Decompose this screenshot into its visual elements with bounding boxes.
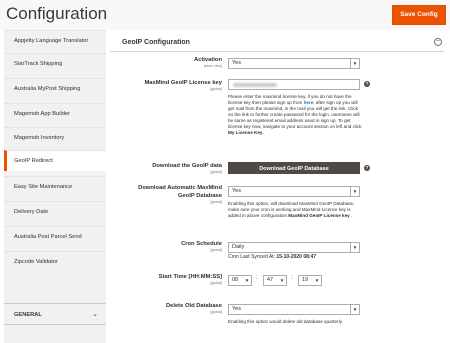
dropdown-arrow-icon: ▼ (279, 278, 285, 283)
sidebar-item-magemob-inventory[interactable]: Magemob Inventory (4, 127, 106, 148)
dropdown-arrow-icon: ▼ (350, 243, 359, 252)
license-note-end: . (262, 130, 264, 135)
collapse-icon[interactable]: − (434, 38, 442, 46)
sidebar-item-australia-post-parcel-send[interactable]: Australia Post Parcel Send (4, 226, 106, 247)
delete-old-label: Delete Old Database (165, 303, 222, 309)
sidebar-item-australia-mypost-shipping[interactable]: Australia MyPost Shipping (4, 78, 106, 99)
delete-old-label-block: Delete Old Database [global] (108, 303, 222, 317)
page-title: Configuration (6, 4, 108, 23)
chevron-down-icon: ⌄ (92, 311, 98, 318)
start-minute-select[interactable]: 47 ▼ (263, 275, 287, 286)
download-geoip-database-button[interactable]: Download GeoIP Database (228, 162, 360, 174)
start-hour-value: 08 (232, 277, 239, 283)
cron-synced-date: 15-10-2020 08:47 (276, 254, 317, 260)
sidebar-item-startrack-shipping[interactable]: StarTrack Shipping (4, 53, 106, 74)
sidebar-item-easy-site-maintenance[interactable]: Easy Site Maintenance (4, 176, 106, 197)
delete-old-select[interactable]: Yes ▼ (228, 304, 360, 315)
sidebar-item-delivery-date[interactable]: Delivery Date (4, 201, 106, 222)
page-header: Configuration Save Config (0, 0, 450, 30)
license-key-input[interactable] (228, 79, 360, 90)
dropdown-arrow-icon: ▼ (350, 305, 359, 314)
time-separator: : (291, 275, 293, 281)
sidebar-section-general[interactable]: GENERAL ⌄ (4, 303, 106, 325)
activation-select[interactable]: Yes ▼ (228, 58, 360, 69)
sidebar-item-appjetty-language-translator[interactable]: Appjetty Language Translator (4, 30, 106, 51)
license-label: MaxMind GeoIP License key (144, 80, 222, 86)
auto-download-label-line-2: GeoIP Database (177, 193, 222, 199)
time-separator: : (256, 275, 258, 281)
auto-download-note-bold: MaxMind GeoIP License key (288, 213, 350, 218)
config-main: GeoIP Configuration − Activation [store … (108, 30, 450, 343)
delete-old-note: Enabling this option would delete old da… (228, 319, 343, 324)
cron-schedule-select[interactable]: Daily ▼ (228, 242, 360, 253)
license-label-block: MaxMind GeoIP License key [global] (108, 80, 222, 94)
delete-old-value: Yes (232, 306, 241, 312)
cron-last-synced: Cron Last Synced At: 15-10-2020 08:47 (228, 254, 363, 260)
cron-synced-text: Cron Last Synced At: (228, 254, 277, 260)
auto-download-label-block: Download Automatic MaxMind GeoIP Databas… (108, 185, 222, 207)
cron-label-block: Cron Schedule [global] (108, 241, 222, 255)
help-icon[interactable]: ? (364, 165, 370, 171)
dropdown-arrow-icon: ▼ (350, 187, 359, 196)
auto-download-select[interactable]: Yes ▼ (228, 186, 360, 197)
activation-scope: [store view] (203, 64, 222, 68)
geoip-section-header[interactable]: GeoIP Configuration − (110, 34, 444, 52)
activation-label: Activation (193, 57, 222, 63)
download-label: Download the GeoIP data (152, 163, 222, 169)
start-second-value: 19 (302, 277, 309, 283)
cron-value: Daily (232, 244, 245, 250)
save-config-button[interactable]: Save Config (392, 5, 446, 25)
sidebar-item-zipcode-validator[interactable]: Zipcode Validator (4, 251, 106, 272)
license-note-bold: My License Key (228, 130, 263, 135)
sidebar-general-label: GENERAL (14, 312, 42, 318)
dropdown-arrow-icon: ▼ (244, 278, 250, 283)
download-scope: [global] (210, 170, 222, 174)
section-title: GeoIP Configuration (122, 39, 190, 46)
dropdown-arrow-icon: ▼ (350, 59, 359, 68)
cron-scope: [global] (210, 248, 222, 252)
sidebar-item-geoip-redirect[interactable]: GeoIP Redirect (4, 150, 106, 171)
download-label-block: Download the GeoIP data [global] (108, 163, 222, 177)
signup-link[interactable]: here (304, 100, 314, 105)
delete-old-scope: [global] (210, 310, 222, 314)
auto-download-scope: [global] (210, 200, 222, 204)
auto-download-note: Enabling this option, will download MaxM… (228, 201, 363, 219)
start-time-label-block: Start Time [HH:MM:SS] [global] (108, 274, 222, 288)
start-time-label: Start Time [HH:MM:SS] (158, 274, 222, 280)
license-note: Please enter the maxmind license key, if… (228, 94, 363, 136)
auto-download-value: Yes (232, 188, 241, 194)
activation-value: Yes (232, 60, 241, 66)
start-second-select[interactable]: 19 ▼ (298, 275, 322, 286)
redacted-license-key (233, 83, 277, 87)
help-icon[interactable]: ? (364, 81, 370, 87)
start-hour-select[interactable]: 08 ▼ (228, 275, 252, 286)
config-sidebar: Appjetty Language Translator StarTrack S… (4, 30, 106, 343)
dropdown-arrow-icon: ▼ (314, 278, 320, 283)
activation-label-block: Activation [store view] (108, 57, 222, 71)
start-minute-value: 47 (267, 277, 274, 283)
license-scope: [global] (210, 87, 222, 91)
auto-download-note-end: . (349, 213, 353, 218)
start-time-scope: [global] (210, 281, 222, 285)
sidebar-item-magemob-app-builder[interactable]: Magemob App Builder (4, 103, 106, 124)
cron-label: Cron Schedule (181, 241, 222, 247)
auto-download-label-line-1: Download Automatic MaxMind (138, 185, 222, 191)
